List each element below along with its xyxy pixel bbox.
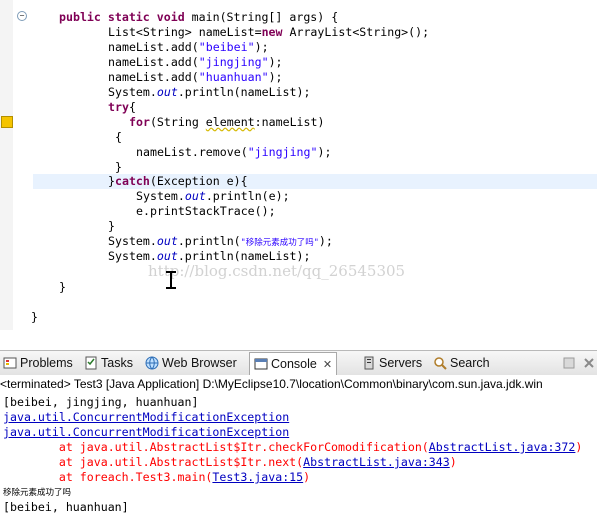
code-line-2: List<String> nameList=new ArrayList<Stri… bbox=[108, 25, 430, 39]
text-cursor-icon bbox=[165, 271, 177, 289]
code-line-12: }catch(Exception e){ bbox=[108, 174, 248, 188]
code-line-6: System.out.println(nameList); bbox=[108, 85, 311, 99]
console-output[interactable]: [beibei, jingjing, huanhuan] java.util.C… bbox=[0, 394, 597, 523]
code-line-4: nameList.add("jingjing"); bbox=[108, 55, 283, 69]
stack-trace-line: at java.util.AbstractList$Itr.next(Abstr… bbox=[3, 455, 457, 469]
editor-divider bbox=[0, 336, 597, 346]
warning-marker-icon[interactable] bbox=[1, 116, 13, 128]
stack-trace-link[interactable]: Test3.java:15 bbox=[212, 470, 303, 484]
folding-ruler bbox=[13, 0, 33, 330]
code-line-9: { bbox=[115, 130, 122, 144]
exception-link[interactable]: java.util.ConcurrentModificationExceptio… bbox=[3, 410, 289, 425]
editor-gutter bbox=[0, 0, 14, 330]
code-line-3: nameList.add("beibei"); bbox=[108, 40, 269, 54]
fold-toggle-icon[interactable]: − bbox=[17, 11, 27, 21]
tab-problems[interactable]: Problems bbox=[3, 353, 73, 373]
stack-trace-link[interactable]: AbstractList.java:343 bbox=[303, 455, 450, 469]
servers-icon bbox=[362, 356, 376, 370]
code-line-13: System.out.println(e); bbox=[136, 189, 290, 203]
code-line-14: e.printStackTrace(); bbox=[136, 204, 276, 218]
tab-web-browser[interactable]: Web Browser bbox=[145, 353, 237, 373]
tab-search[interactable]: Search bbox=[433, 353, 490, 373]
remove-launch-icon[interactable] bbox=[583, 357, 595, 369]
exception-link[interactable]: java.util.ConcurrentModificationExceptio… bbox=[3, 425, 289, 440]
code-editor[interactable]: − public static void main(String[] args)… bbox=[0, 0, 597, 336]
close-icon[interactable]: ✕ bbox=[323, 359, 332, 371]
stack-trace-line: at java.util.AbstractList$Itr.checkForCo… bbox=[3, 440, 583, 454]
problems-icon bbox=[3, 356, 17, 370]
code-line-16: System.out.println("移除元素成功了吗"); bbox=[108, 234, 333, 248]
console-icon bbox=[254, 356, 268, 370]
code-line-5: nameList.add("huanhuan"); bbox=[108, 70, 283, 84]
code-line-18: } bbox=[59, 280, 66, 294]
search-icon bbox=[433, 356, 447, 370]
code-line-10: nameList.remove("jingjing"); bbox=[136, 145, 332, 159]
watermark-text: http://blog.csdn.net/qq_26545305 bbox=[148, 262, 406, 280]
tab-console[interactable]: Console ✕ bbox=[249, 352, 338, 375]
tab-tasks[interactable]: Tasks bbox=[84, 353, 133, 373]
tab-servers[interactable]: Servers bbox=[362, 353, 422, 373]
code-line-11: } bbox=[115, 160, 122, 174]
stack-trace-line: at foreach.Test3.main(Test3.java:15) bbox=[3, 470, 311, 484]
code-line-8: for(String element:nameList) bbox=[129, 115, 325, 129]
code-line-1: public static void main(String[] args) { bbox=[59, 10, 339, 24]
code-line-7: try{ bbox=[108, 100, 136, 114]
globe-icon bbox=[145, 356, 159, 370]
console-line: [beibei, jingjing, huanhuan] bbox=[3, 395, 199, 409]
console-process-title: <terminated> Test3 [Java Application] D:… bbox=[0, 375, 597, 393]
terminate-icon[interactable] bbox=[563, 357, 575, 369]
console-line: [beibei, huanhuan] bbox=[3, 500, 129, 514]
stack-trace-link[interactable]: AbstractList.java:372 bbox=[429, 440, 576, 454]
view-tab-bar: Problems Tasks Web Browser Console ✕ Serv… bbox=[0, 350, 597, 376]
code-line-19: } bbox=[31, 310, 38, 324]
tasks-icon bbox=[84, 356, 98, 370]
console-line: 移除元素成功了吗 bbox=[3, 488, 72, 498]
code-line-15: } bbox=[108, 219, 115, 233]
